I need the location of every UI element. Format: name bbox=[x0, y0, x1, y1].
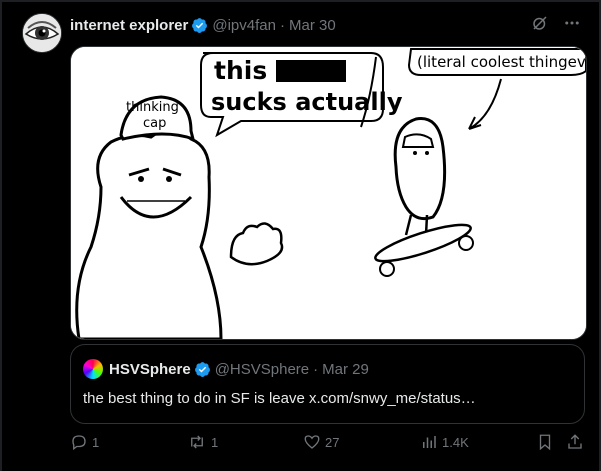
author-handle[interactable]: @ipv4fan bbox=[212, 17, 276, 34]
quoted-verified-badge-icon bbox=[194, 361, 211, 378]
quoted-author-avatar[interactable] bbox=[83, 359, 103, 379]
share-button[interactable] bbox=[566, 433, 584, 451]
repost-count: 1 bbox=[211, 434, 219, 450]
quoted-post-date: Mar 29 bbox=[322, 360, 369, 378]
censor-bar bbox=[276, 60, 346, 82]
grok-icon[interactable] bbox=[531, 14, 549, 36]
quoted-post-text: the best thing to do in SF is leave x.co… bbox=[83, 390, 476, 407]
reply-button[interactable]: 1 bbox=[70, 433, 99, 451]
heart-icon bbox=[304, 435, 320, 449]
bubble-right: (literal coolest thingever) bbox=[417, 53, 586, 71]
quoted-author-name[interactable]: HSVSphere bbox=[109, 361, 191, 378]
repost-icon bbox=[191, 435, 203, 449]
cap-text-line1: thinking bbox=[126, 100, 179, 115]
views-chart-icon bbox=[423, 436, 436, 448]
post-action-bar: 1 1 27 1.4K bbox=[70, 433, 585, 457]
eye-icon bbox=[23, 14, 61, 52]
author-name[interactable]: internet explorer bbox=[70, 17, 188, 34]
bookmark-button[interactable] bbox=[536, 433, 554, 451]
frame-top-border bbox=[0, 0, 601, 2]
quoted-post-card[interactable]: HSVSphere @HSVSphere · Mar 29 the best t… bbox=[70, 344, 585, 424]
share-icon bbox=[568, 434, 582, 449]
reply-count: 1 bbox=[92, 434, 100, 450]
quoted-post-header: HSVSphere @HSVSphere · Mar 29 bbox=[83, 359, 369, 379]
bubble-left-line2: sucks actually bbox=[211, 88, 403, 116]
bookmark-icon bbox=[539, 434, 551, 451]
cap-text-line2: cap bbox=[143, 116, 166, 131]
post-media-image[interactable]: this f sucks actually (literal coolest t… bbox=[70, 46, 587, 340]
like-count: 27 bbox=[325, 434, 340, 450]
author-avatar[interactable] bbox=[22, 13, 62, 53]
quoted-author-handle: @HSVSphere bbox=[214, 360, 310, 378]
views-count: 1.4K bbox=[442, 434, 469, 450]
reply-icon bbox=[72, 435, 86, 451]
quoted-separator-dot: · bbox=[313, 360, 319, 378]
repost-button[interactable]: 1 bbox=[187, 433, 218, 451]
post-date[interactable]: Mar 30 bbox=[289, 17, 336, 34]
views-button[interactable]: 1.4K bbox=[420, 433, 469, 451]
more-options-icon[interactable] bbox=[563, 14, 581, 36]
like-button[interactable]: 27 bbox=[303, 433, 339, 451]
verified-badge-icon bbox=[191, 17, 208, 34]
separator-dot: · bbox=[279, 16, 285, 34]
frame-left-border bbox=[0, 0, 2, 471]
meme-drawing: this f sucks actually (literal coolest t… bbox=[71, 47, 586, 339]
post-header: internet explorer @ipv4fan · Mar 30 bbox=[70, 14, 581, 36]
